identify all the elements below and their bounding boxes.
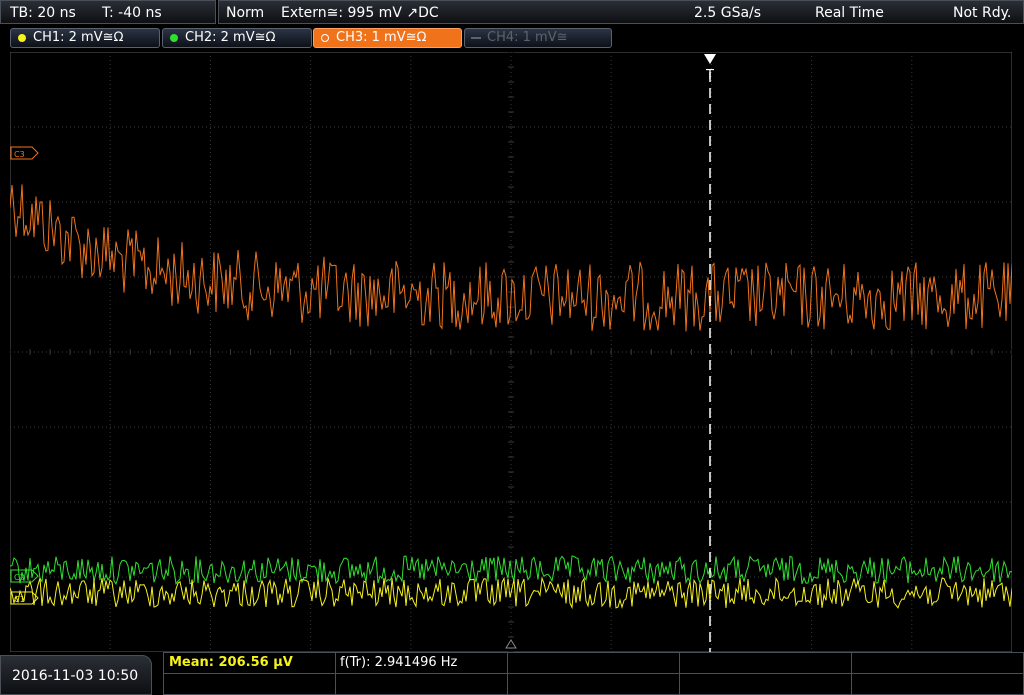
channel-bar: CH1: 2 mV≅Ω CH2: 2 mV≅Ω CH3: 1 mV≅Ω CH4:… — [0, 24, 1024, 50]
trigger-mode-label: Norm — [226, 5, 265, 21]
measurement-cell-9[interactable] — [680, 674, 852, 695]
acquisition-state-label: Not Rdy. — [953, 5, 1012, 21]
timebase-label: TB: 20 ns — [10, 5, 76, 21]
channel-4-label: CH4: 1 mV≅ — [487, 30, 568, 45]
measurement-cell-5[interactable] — [852, 653, 1024, 674]
trigger-source-label: Extern≅: 995 mV ↗DC — [281, 5, 439, 21]
channel-3-marker-label: C3 — [14, 150, 25, 159]
trigger-panel[interactable]: Norm Extern≅: 995 mV ↗DC 2.5 GSa/s Real … — [218, 0, 1024, 24]
sample-rate-label: 2.5 GSa/s — [694, 5, 762, 21]
timebase-panel[interactable]: TB: 20 ns T: -40 ns — [0, 0, 216, 24]
channel-3-dot-icon — [321, 34, 329, 42]
measurement-panel[interactable]: Mean: 206.56 µV f(Tr): 2.941496 Hz — [163, 652, 1024, 695]
measurement-cell-4[interactable] — [680, 653, 852, 674]
trigger-marker-label: T — [705, 68, 714, 83]
trigger-frequency-measurement: f(Tr): 2.941496 Hz — [340, 655, 458, 670]
channel-1-button[interactable]: CH1: 2 mV≅Ω — [10, 28, 160, 48]
channel-1-marker-label: C1 — [14, 595, 25, 604]
measurement-cell-7[interactable] — [336, 674, 508, 695]
channel-4-button[interactable]: CH4: 1 mV≅ — [464, 28, 612, 48]
channel-1-dot-icon — [18, 34, 26, 42]
measurement-cell-3[interactable] — [508, 653, 680, 674]
channel-2-marker-label: C2 — [14, 573, 25, 582]
channel-4-off-icon — [471, 37, 481, 39]
datetime-label: 2016-11-03 10:50 — [12, 668, 139, 684]
measurement-cell-1[interactable]: Mean: 206.56 µV — [164, 653, 336, 674]
measurement-cell-6[interactable] — [164, 674, 336, 695]
channel-2-label: CH2: 2 mV≅Ω — [185, 30, 276, 45]
channel-1-label: CH1: 2 mV≅Ω — [33, 30, 124, 45]
channel-2-dot-icon — [170, 34, 178, 42]
mean-measurement: Mean: 206.56 µV — [169, 655, 293, 670]
channel-3-label: CH3: 1 mV≅Ω — [336, 30, 427, 45]
channel-2-button[interactable]: CH2: 2 mV≅Ω — [162, 28, 312, 48]
measurement-cell-8[interactable] — [508, 674, 680, 695]
acquisition-mode-label: Real Time — [815, 5, 884, 21]
measurement-cell-10[interactable] — [852, 674, 1024, 695]
measurement-cell-2[interactable]: f(Tr): 2.941496 Hz — [336, 653, 508, 674]
trigger-time-label: T: -40 ns — [102, 5, 162, 21]
channel-3-button[interactable]: CH3: 1 mV≅Ω — [313, 28, 462, 48]
waveform-display[interactable]: T C3 C2 C1 — [10, 52, 1012, 652]
datetime-panel: 2016-11-03 10:50 — [0, 655, 152, 695]
